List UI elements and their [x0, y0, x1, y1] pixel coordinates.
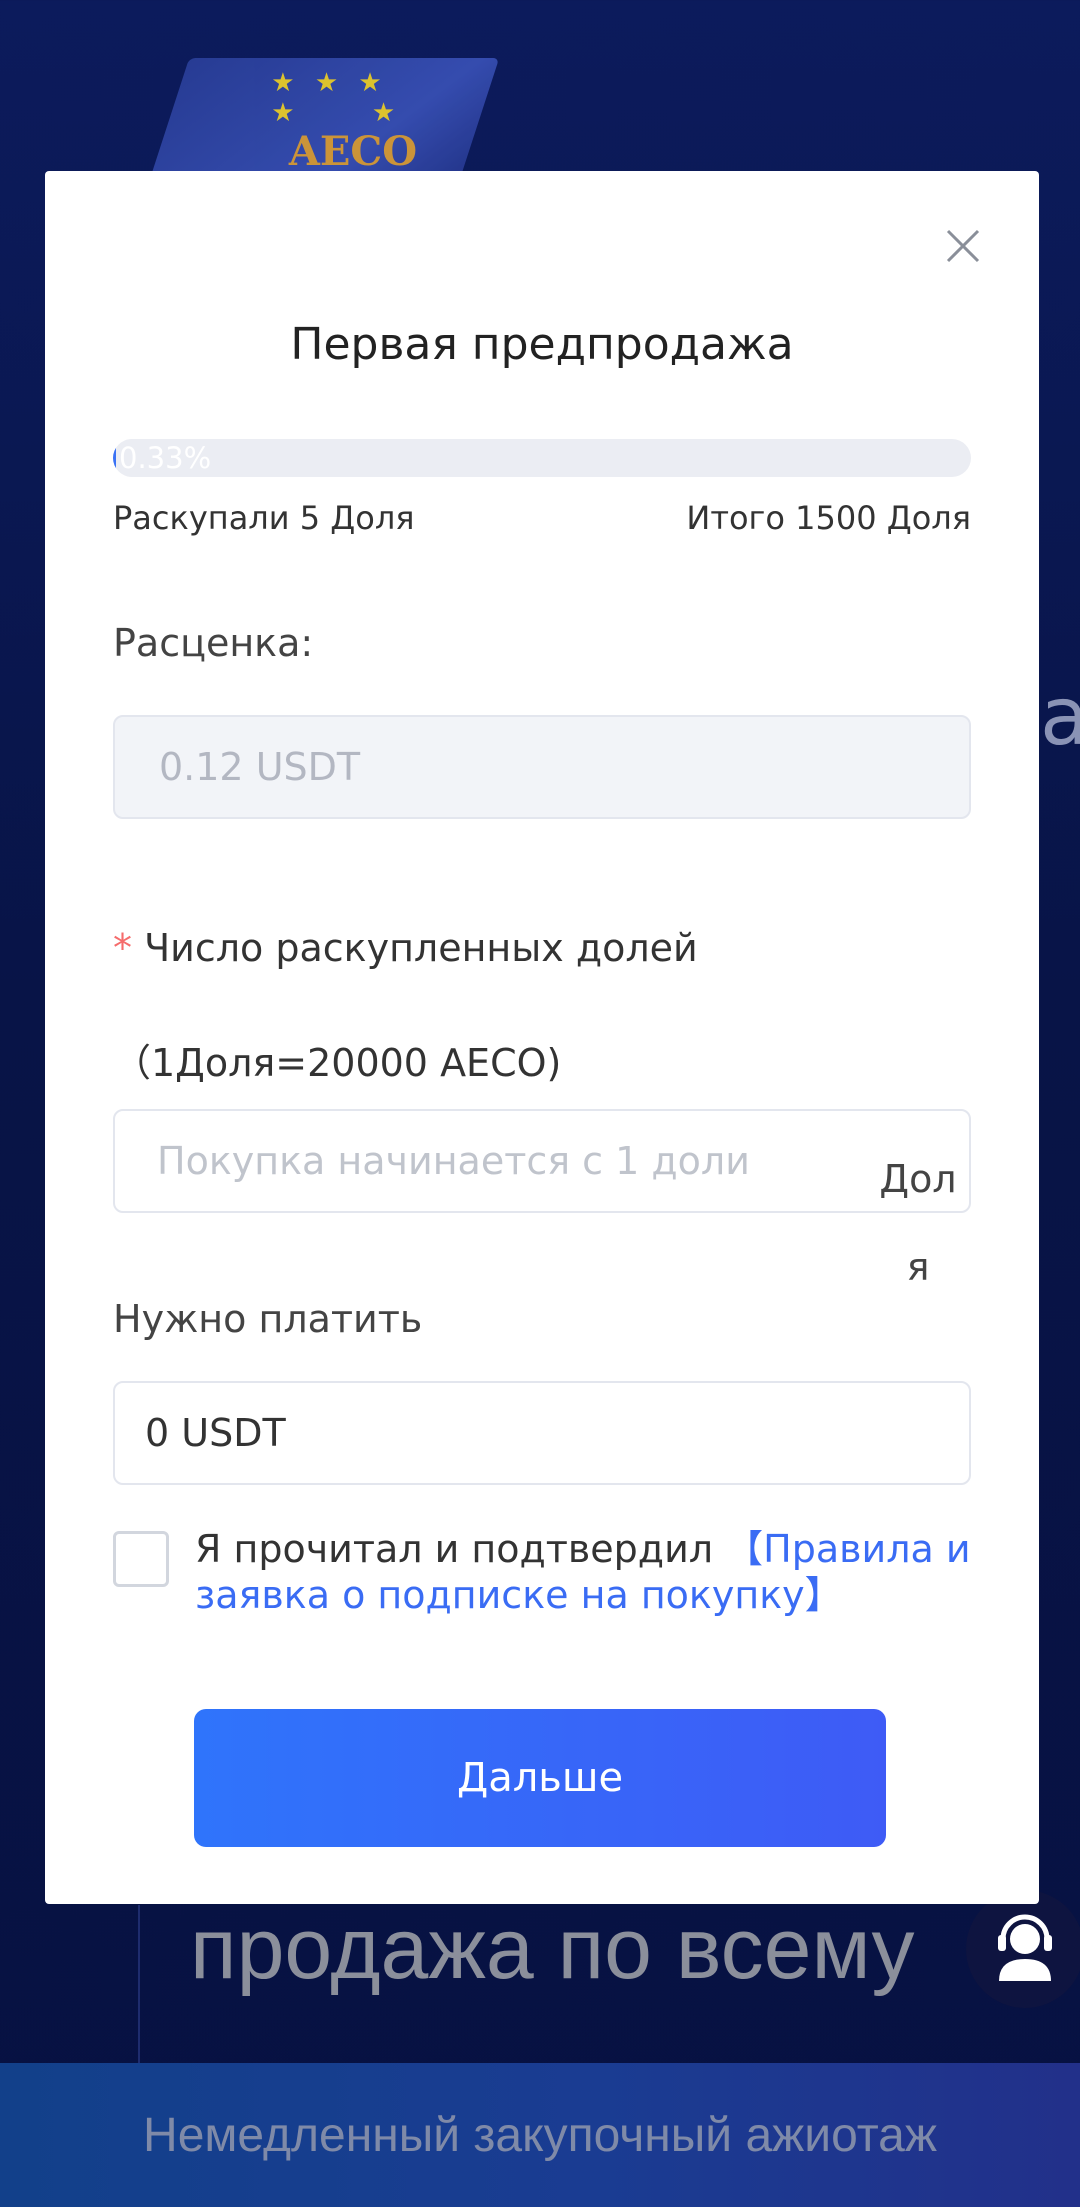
agreement-text: Я прочитал и подтвердил 【Правила и заявк…	[195, 1526, 995, 1618]
close-icon	[946, 229, 980, 263]
sale-progress-fill	[113, 439, 116, 477]
customer-support-button[interactable]	[966, 1890, 1080, 2008]
logo-text: AECO	[288, 128, 418, 175]
quantity-label: * Число раскупленных долей（1Доля=20000 A…	[113, 891, 993, 1121]
background-divider	[138, 1905, 140, 2065]
payment-field: 0 USDT	[113, 1381, 971, 1485]
payment-label: Нужно платить	[113, 1297, 423, 1341]
headset-agent-icon	[998, 1914, 1052, 1981]
background-side-text: a	[1040, 670, 1080, 763]
next-button[interactable]: Дальше	[194, 1709, 886, 1847]
close-button[interactable]	[938, 221, 988, 271]
sale-progress-bar: 0.33%	[113, 439, 971, 477]
presale-modal: Первая предпродажа 0.33% Раскупали 5 Дол…	[45, 171, 1039, 1904]
sale-progress-percent: 0.33%	[119, 441, 212, 475]
quantity-input[interactable]	[157, 1111, 817, 1211]
bottom-banner[interactable]: Немедленный закупочный ажиотаж	[0, 2063, 1080, 2207]
eu-stars-icon: ★ ★ ★ ★ ★	[271, 68, 402, 128]
quantity-label-text: Число раскупленных долей（1Доля=20000 AEC…	[113, 926, 698, 1085]
required-mark: *	[113, 926, 132, 970]
modal-title: Первая предпродажа	[290, 319, 794, 370]
sold-count: Раскупали 5 Доля	[113, 499, 415, 537]
price-field: 0.12 USDT	[113, 715, 971, 819]
agreement-checkbox[interactable]	[113, 1531, 169, 1587]
quantity-unit: Доля	[879, 1157, 957, 1289]
quantity-field: Доля	[113, 1109, 971, 1289]
total-count: Итого 1500 Доля	[686, 499, 971, 537]
agreement-statement: Я прочитал и подтвердил	[195, 1527, 726, 1571]
payment-value: 0 USDT	[145, 1411, 286, 1455]
background-headline: продажа по всему	[190, 1901, 915, 1997]
bottom-banner-text: Немедленный закупочный ажиотаж	[143, 2108, 937, 2162]
price-value: 0.12 USDT	[159, 745, 361, 789]
price-label: Расценка:	[113, 621, 314, 665]
